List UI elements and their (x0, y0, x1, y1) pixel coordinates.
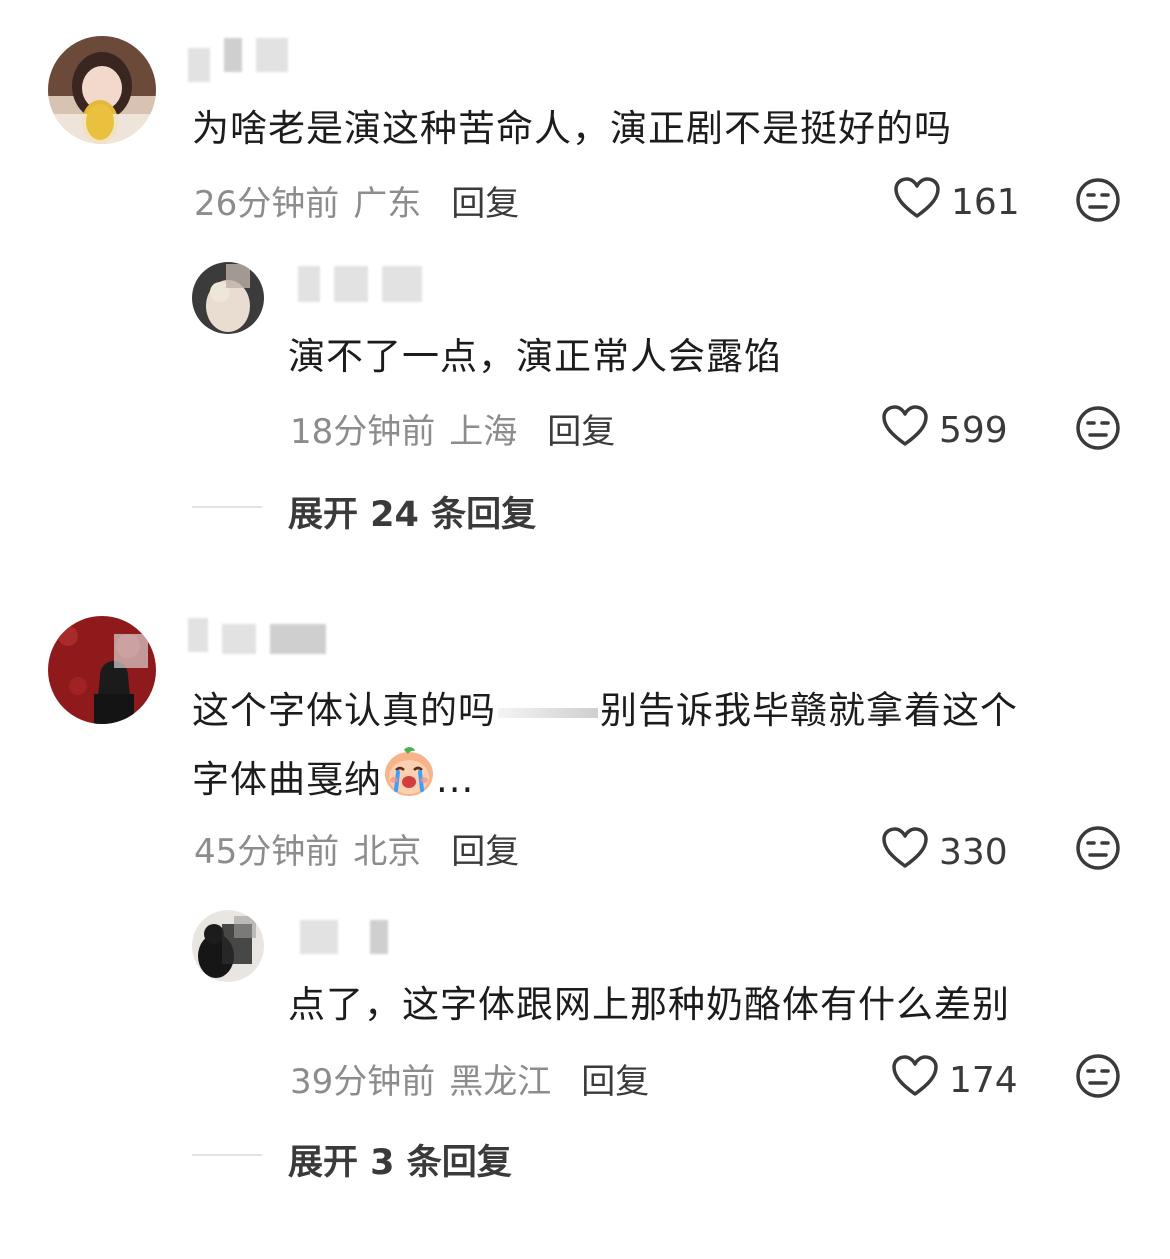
reply-location: 上海 (449, 412, 518, 452)
comment-text: 这个字体认真的吗 别告诉我毕赣就拿着这个 字体曲戛纳 ... (192, 678, 1112, 819)
comment-time: 45分钟前 (194, 832, 340, 872)
meh-face-icon[interactable] (1074, 824, 1122, 876)
like-count: 174 (949, 1060, 1018, 1101)
comment-meta: 26分钟前 广东 回复 (194, 176, 519, 225)
meh-face-icon[interactable] (1074, 176, 1122, 228)
username-redacted[interactable] (298, 266, 422, 302)
reply-text: 点了，这字体跟网上那种奶酪体有什么差别 (288, 983, 1010, 1026)
reply-meta: 18分钟前 上海 回复 (290, 404, 615, 453)
like-button[interactable]: 599 (881, 404, 1008, 457)
comment-text-part1: 这个字体认真的吗 (192, 689, 496, 732)
like-count: 330 (939, 832, 1008, 873)
heart-outline-icon (893, 176, 941, 229)
expand-replies-button[interactable]: 展开 3 条回复 (288, 1134, 512, 1185)
avatar[interactable] (192, 910, 264, 982)
username-redacted[interactable] (188, 618, 326, 654)
reply-time: 18分钟前 (290, 412, 436, 452)
reply-button[interactable]: 回复 (581, 1062, 649, 1102)
comment-text-part2: 别告诉我毕赣就拿着这个 (600, 689, 1018, 732)
heart-outline-icon (891, 1054, 939, 1107)
comment-location: 广东 (353, 184, 422, 224)
reply-button[interactable]: 回复 (547, 412, 615, 452)
reply-time: 39分钟前 (290, 1062, 436, 1102)
username-redacted[interactable] (300, 920, 388, 954)
comment-meta: 45分钟前 北京 回复 (194, 824, 519, 873)
reply-button[interactable]: 回复 (451, 184, 519, 224)
meh-face-icon[interactable] (1074, 404, 1122, 456)
comment-text-line2: 字体曲戛纳 (192, 758, 382, 801)
redacted-text (498, 707, 598, 718)
expand-divider (192, 1154, 262, 1156)
comment-text-ellipsis: ... (436, 758, 475, 801)
comment-text: 为啥老是演这种苦命人，演正剧不是挺好的吗 (192, 107, 952, 150)
reply-text: 演不了一点，演正常人会露馅 (288, 335, 782, 378)
comment-location: 北京 (353, 832, 422, 872)
meh-face-icon[interactable] (1074, 1052, 1122, 1104)
like-button[interactable]: 161 (893, 176, 1020, 229)
like-button[interactable]: 174 (891, 1054, 1018, 1107)
crying-face-emoji (382, 744, 436, 819)
like-count: 161 (951, 182, 1020, 223)
username-redacted[interactable] (188, 38, 288, 82)
like-count: 599 (939, 410, 1008, 451)
avatar[interactable] (192, 262, 264, 334)
avatar[interactable] (48, 616, 156, 724)
expand-replies-button[interactable]: 展开 24 条回复 (288, 486, 536, 537)
heart-outline-icon (881, 404, 929, 457)
heart-outline-icon (881, 826, 929, 879)
avatar[interactable] (48, 36, 156, 144)
reply-meta: 39分钟前 黑龙江 回复 (290, 1054, 649, 1103)
like-button[interactable]: 330 (881, 826, 1008, 879)
comment-time: 26分钟前 (194, 184, 340, 224)
reply-button[interactable]: 回复 (451, 832, 519, 872)
expand-divider (192, 506, 262, 508)
reply-location: 黑龙江 (449, 1062, 552, 1102)
